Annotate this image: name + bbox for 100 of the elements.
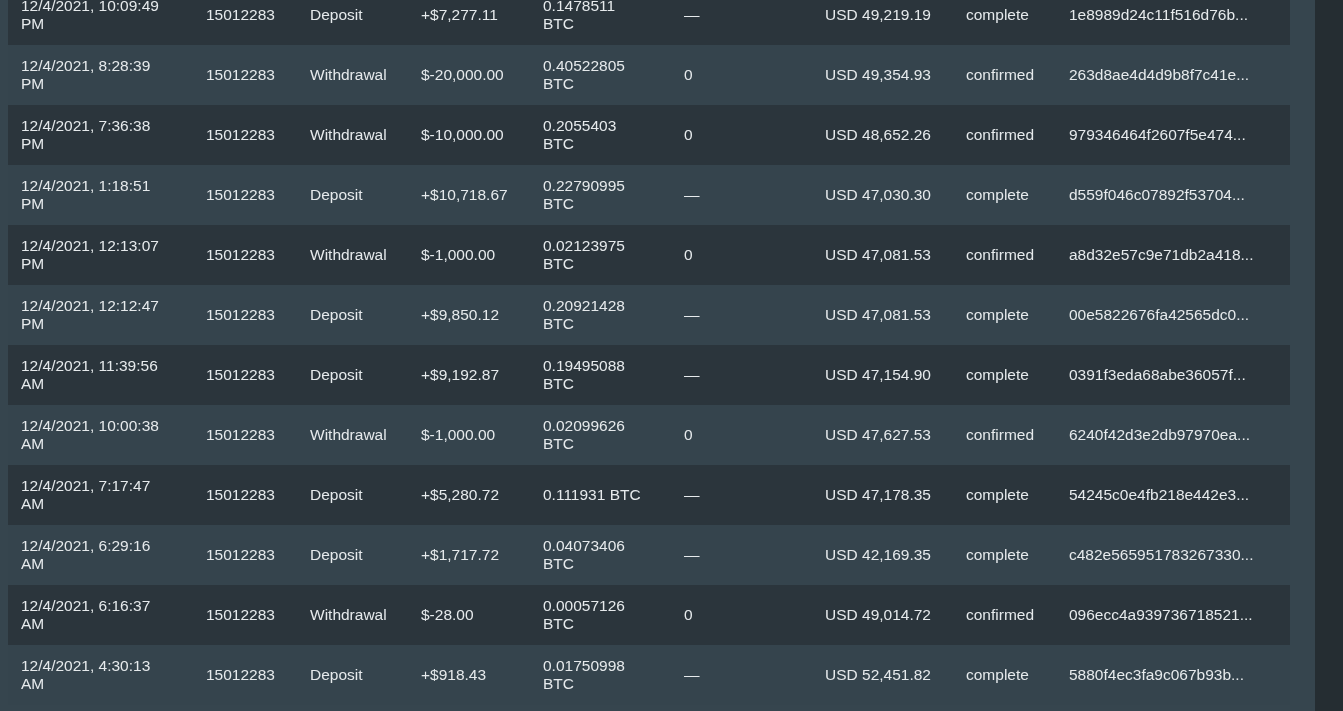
table-cell-text: 12/4/2021, 7:17:47 AM (21, 477, 152, 513)
table-cell: Deposit (310, 366, 363, 384)
table-cell: 5880f4ec3fa9c067b93b... (1069, 666, 1244, 684)
table-cell: +$918.43 (421, 666, 487, 684)
table-cell: confirmed (966, 426, 1035, 444)
table-cell: 15012283 (206, 546, 275, 564)
table-cell-text: 0.22790995 BTC (543, 177, 626, 213)
table-cell-text: 12/4/2021, 8:28:39 PM (21, 57, 152, 93)
table-cell: USD 47,030.30 (825, 186, 931, 204)
table-cell: 15012283 (206, 666, 275, 684)
table-cell: — (684, 666, 700, 684)
table-cell: 0 (684, 66, 693, 84)
table-cell: Withdrawal (310, 126, 387, 144)
table-cell: — (684, 486, 700, 504)
table-cell: 15012283 (206, 426, 275, 444)
table-cell: USD 49,219.19 (825, 6, 931, 24)
table-cell: Withdrawal (310, 426, 387, 444)
table-cell: USD 42,169.35 (825, 546, 931, 564)
table-cell: +$9,192.87 (421, 366, 499, 384)
table-cell: complete (966, 186, 1029, 204)
table-cell: 15012283 (206, 66, 275, 84)
table-cell-text: 0.2055403 BTC (543, 117, 618, 153)
table-cell: 15012283 (206, 126, 275, 144)
table-cell: c482e565951783267330... (1069, 546, 1254, 564)
table-cell-text: 0.01750998 BTC (543, 657, 626, 693)
table-cell-text: 12/4/2021, 12:12:47 PM (21, 297, 160, 333)
table-cell: confirmed (966, 246, 1035, 264)
table-cell: 15012283 (206, 486, 275, 504)
table-cell: 0.111931 BTC (543, 486, 641, 504)
table-cell: 15012283 (206, 186, 275, 204)
table-cell: +$7,277.11 (421, 6, 498, 24)
table-cell: Deposit (310, 486, 363, 504)
table-cell: 15012283 (206, 606, 275, 624)
table-cell-text: 12/4/2021, 12:13:07 PM (21, 237, 160, 273)
table-cell: Withdrawal (310, 606, 387, 624)
table-cell: confirmed (966, 126, 1035, 144)
table-cell: complete (966, 366, 1029, 384)
table-cell-text: 12/4/2021, 4:30:13 AM (21, 657, 152, 693)
table-cell-text: 12/4/2021, 11:39:56 AM (21, 357, 159, 393)
table-cell-text: 0.00057126 BTC (543, 597, 626, 633)
table-cell: 979346464f2607f5e474... (1069, 126, 1246, 144)
table-cell: 0 (684, 606, 693, 624)
table-cell: 263d8ae4d4d9b8f7c41e... (1069, 66, 1250, 84)
table-cell: +$10,718.67 (421, 186, 508, 204)
table-cell-text: 0.04073406 BTC (543, 537, 626, 573)
table-cell-text: 12/4/2021, 1:18:51 PM (21, 177, 152, 213)
table-cell: complete (966, 546, 1029, 564)
table-cell-text: 12/4/2021, 10:09:49 PM (21, 0, 160, 33)
table-cell: Deposit (310, 666, 363, 684)
table-cell: USD 47,081.53 (825, 306, 931, 324)
table-cell: $-1,000.00 (421, 246, 496, 264)
table-cell: — (684, 6, 700, 24)
table-cell: 0391f3eda68abe36057f... (1069, 366, 1246, 384)
table-cell-text: 12/4/2021, 10:00:38 AM (21, 417, 160, 453)
table-cell: — (684, 186, 700, 204)
table-cell: USD 52,451.82 (825, 666, 931, 684)
table-cell: confirmed (966, 66, 1035, 84)
table-cell: USD 47,178.35 (825, 486, 931, 504)
table-cell-text: 12/4/2021, 6:29:16 AM (21, 537, 152, 573)
table-cell-text: 0.1478511 BTC (543, 0, 617, 33)
table-cell-text: 0.19495088 BTC (543, 357, 626, 393)
table-cell: — (684, 546, 700, 564)
table-cell-text: 0.40522805 BTC (543, 57, 626, 93)
table-cell: USD 47,627.53 (825, 426, 931, 444)
table-cell: USD 47,081.53 (825, 246, 931, 264)
table-cell-text: 0.02123975 BTC (543, 237, 626, 273)
table-cell: $-20,000.00 (421, 66, 504, 84)
table-cell: Deposit (310, 306, 363, 324)
table-cell: +$1,717.72 (421, 546, 499, 564)
table-cell: 0 (684, 126, 693, 144)
table-cell-text: 0.02099626 BTC (543, 417, 626, 453)
table-cell: d559f046c07892f53704... (1069, 186, 1245, 204)
table-cell: USD 48,652.26 (825, 126, 931, 144)
table-cell: $-28.00 (421, 606, 474, 624)
table-cell: 54245c0e4fb218e442e3... (1069, 486, 1250, 504)
table-cell: Withdrawal (310, 246, 387, 264)
table-cell: $-10,000.00 (421, 126, 504, 144)
table-cell: Deposit (310, 6, 363, 24)
table-cell: 1e8989d24c11f516d76b... (1069, 6, 1248, 24)
table-cell: complete (966, 666, 1029, 684)
table-cell: 15012283 (206, 6, 275, 24)
table-cell: 00e5822676fa42565dc0... (1069, 306, 1250, 324)
table-cell-text: 12/4/2021, 6:16:37 AM (21, 597, 152, 633)
table-cell: +$9,850.12 (421, 306, 499, 324)
table-cell-text: 12/4/2021, 7:36:38 PM (21, 117, 152, 153)
table-cell: Deposit (310, 186, 363, 204)
table-cell: complete (966, 486, 1029, 504)
table-cell: confirmed (966, 606, 1035, 624)
table-cell: +$5,280.72 (421, 486, 499, 504)
table-cell: complete (966, 6, 1029, 24)
table-cell-text: 0.20921428 BTC (543, 297, 626, 333)
table-cell: — (684, 366, 700, 384)
table-cell: 15012283 (206, 306, 275, 324)
table-cell: a8d32e57c9e71db2a418... (1069, 246, 1254, 264)
table-cell: 096ecc4a939736718521... (1069, 606, 1253, 624)
table-cell: 6240f42d3e2db97970ea... (1069, 426, 1250, 444)
table-cell: Deposit (310, 546, 363, 564)
table-cell: 0 (684, 246, 693, 264)
table-cell: $-1,000.00 (421, 426, 496, 444)
table-cell: Withdrawal (310, 66, 387, 84)
